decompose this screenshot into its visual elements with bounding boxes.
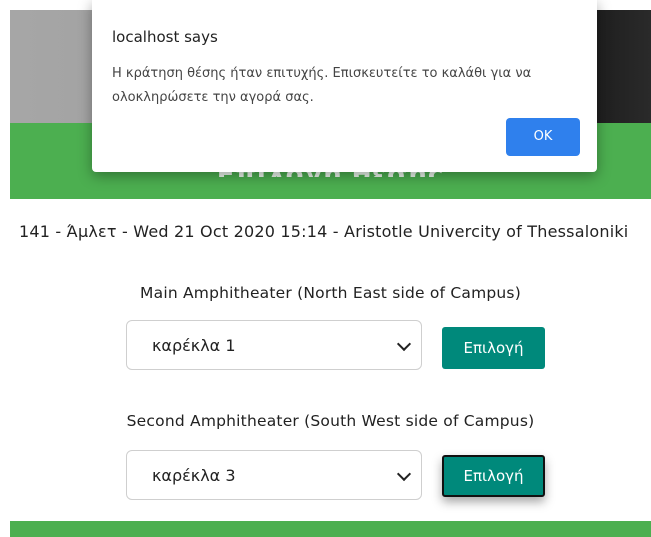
seat-select-second-value: καρέκλα 3 [152,466,236,485]
footer-bar [10,521,651,537]
dialog-title: localhost says [112,28,218,46]
chevron-down-icon [396,336,412,352]
seat-select-main-value: καρέκλα 1 [152,336,236,355]
select-seat-button-second[interactable]: Επιλογή [442,455,545,497]
seat-select-main[interactable]: καρέκλα 1 [126,320,422,370]
select-seat-button-main[interactable]: Επιλογή [442,327,545,369]
seat-select-second[interactable]: καρέκλα 3 [126,450,422,500]
venue-title-main: Main Amphitheater (North East side of Ca… [140,284,521,302]
alert-dialog: localhost says Η κράτηση θέσης ήταν επιτ… [92,0,597,172]
chevron-down-icon [396,466,412,482]
event-details: 141 - Άμλετ - Wed 21 Oct 2020 15:14 - Ar… [19,222,629,241]
dialog-message: Η κράτηση θέσης ήταν επιτυχής. Επισκευτε… [112,66,532,105]
venue-title-second: Second Amphitheater (South West side of … [126,412,535,430]
ok-button[interactable]: OK [506,118,580,156]
